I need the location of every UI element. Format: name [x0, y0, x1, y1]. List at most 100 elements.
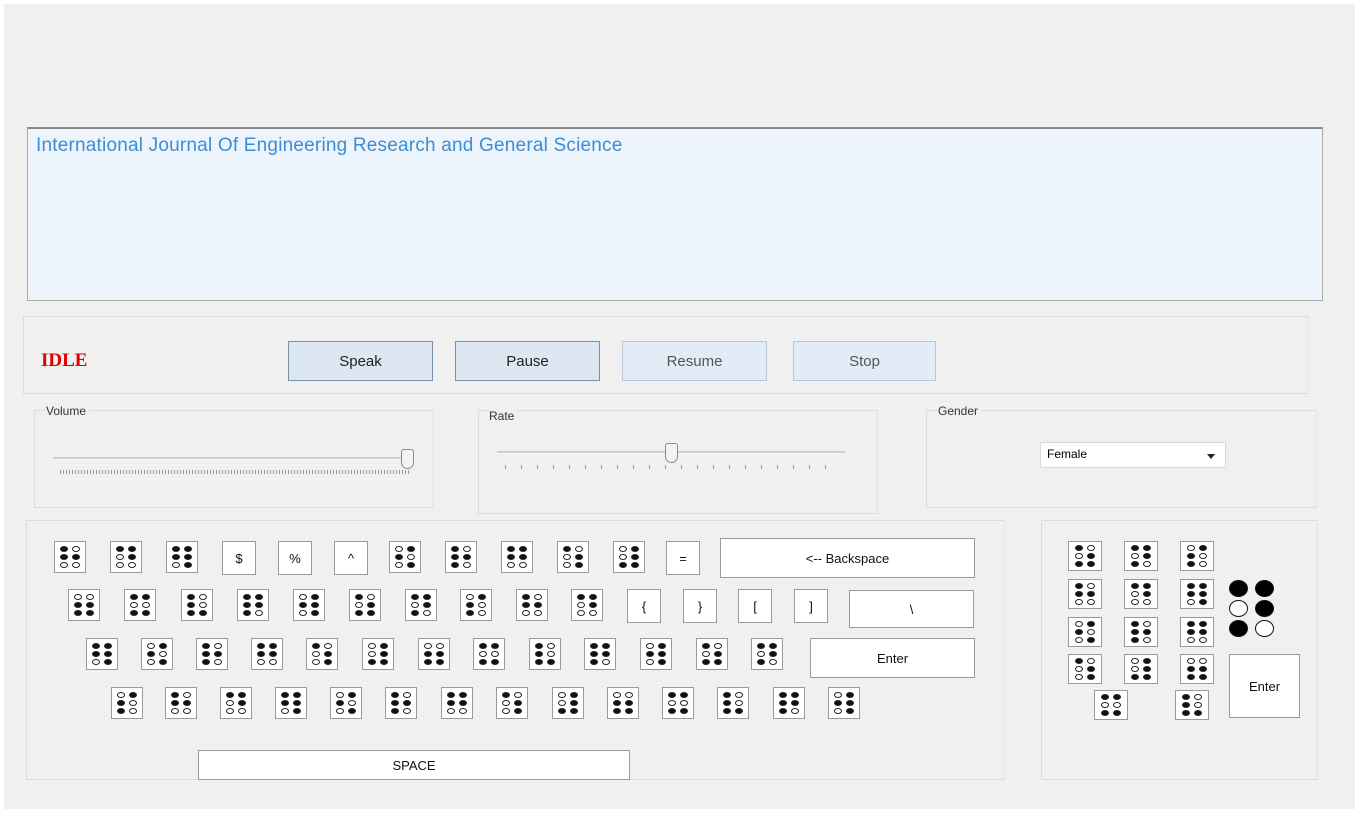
braille-key[interactable]	[349, 589, 381, 621]
braille-key[interactable]	[237, 589, 269, 621]
keypad-braille-key[interactable]	[1180, 541, 1214, 571]
braille-dot	[256, 650, 265, 657]
braille-cell-icon	[478, 642, 500, 666]
braille-dot	[1100, 701, 1109, 708]
braille-key[interactable]	[501, 541, 533, 573]
braille-dot	[518, 553, 527, 560]
braille-key[interactable]	[584, 638, 616, 670]
braille-key[interactable]	[773, 687, 805, 719]
symbol-key[interactable]: ^	[334, 541, 368, 575]
braille-key[interactable]	[640, 638, 672, 670]
braille-key[interactable]	[251, 638, 283, 670]
braille-dot	[171, 553, 180, 560]
braille-dot	[518, 561, 527, 568]
braille-key[interactable]	[418, 638, 450, 670]
braille-key[interactable]	[662, 687, 694, 719]
braille-key[interactable]	[441, 687, 473, 719]
keypad-braille-key[interactable]	[1180, 579, 1214, 609]
keypad-braille-key[interactable]	[1068, 579, 1102, 609]
braille-key[interactable]	[552, 687, 584, 719]
keypad-braille-key[interactable]	[1180, 617, 1214, 647]
braille-key[interactable]	[196, 638, 228, 670]
braille-key[interactable]	[68, 589, 100, 621]
braille-key[interactable]	[607, 687, 639, 719]
braille-key[interactable]	[389, 541, 421, 573]
braille-key[interactable]	[220, 687, 252, 719]
volume-track[interactable]	[53, 457, 413, 460]
space-key[interactable]: SPACE	[198, 750, 630, 780]
keypad-braille-key[interactable]	[1124, 654, 1158, 684]
symbol-key[interactable]: ]	[794, 589, 828, 623]
backspace-key[interactable]: <-- Backspace	[720, 538, 975, 578]
keypad-braille-key[interactable]	[1124, 579, 1158, 609]
braille-key[interactable]	[166, 541, 198, 573]
keypad-braille-key[interactable]	[1094, 690, 1128, 720]
braille-dot	[778, 707, 787, 714]
braille-cell-icon	[521, 593, 543, 617]
braille-key[interactable]	[445, 541, 477, 573]
braille-key[interactable]	[496, 687, 528, 719]
gender-select[interactable]: Female	[1040, 442, 1226, 468]
keypad-enter-key[interactable]: Enter	[1229, 654, 1300, 718]
braille-key[interactable]	[529, 638, 561, 670]
braille-dot	[182, 699, 191, 706]
braille-dot	[576, 601, 585, 608]
resume-button[interactable]: Resume	[622, 341, 767, 381]
braille-key[interactable]	[613, 541, 645, 573]
stop-button[interactable]: Stop	[793, 341, 936, 381]
braille-key[interactable]	[362, 638, 394, 670]
braille-key[interactable]	[141, 638, 173, 670]
braille-key[interactable]	[275, 687, 307, 719]
braille-key[interactable]	[473, 638, 505, 670]
braille-key[interactable]	[165, 687, 197, 719]
braille-cell-icon	[562, 545, 584, 569]
speak-button[interactable]: Speak	[288, 341, 433, 381]
rate-slider-thumb[interactable]	[665, 443, 678, 463]
volume-slider-thumb[interactable]	[401, 449, 414, 469]
keypad-braille-key[interactable]	[1124, 617, 1158, 647]
keypad-braille-key[interactable]	[1068, 541, 1102, 571]
symbol-key[interactable]: %	[278, 541, 312, 575]
keypad-braille-key[interactable]	[1180, 654, 1214, 684]
pause-button[interactable]: Pause	[455, 341, 600, 381]
braille-key[interactable]	[717, 687, 749, 719]
braille-dot	[518, 545, 527, 552]
braille-key[interactable]	[293, 589, 325, 621]
braille-key[interactable]	[306, 638, 338, 670]
text-input[interactable]: International Journal Of Engineering Res…	[27, 127, 1323, 301]
braille-key[interactable]	[111, 687, 143, 719]
braille-key[interactable]	[181, 589, 213, 621]
braille-dot	[242, 593, 251, 600]
braille-key[interactable]	[86, 638, 118, 670]
braille-dot	[141, 593, 150, 600]
braille-key[interactable]	[571, 589, 603, 621]
backslash-key[interactable]: \	[849, 590, 974, 628]
braille-key[interactable]	[828, 687, 860, 719]
keypad-braille-key[interactable]	[1068, 654, 1102, 684]
symbol-key[interactable]: }	[683, 589, 717, 623]
braille-key[interactable]	[124, 589, 156, 621]
braille-key[interactable]	[405, 589, 437, 621]
braille-dot	[1100, 693, 1109, 700]
braille-cell-icon	[170, 691, 192, 715]
braille-dot	[490, 642, 499, 649]
symbol-key[interactable]: [	[738, 589, 772, 623]
symbol-key[interactable]: =	[666, 541, 700, 575]
braille-dot	[116, 691, 125, 698]
keypad-braille-key[interactable]	[1175, 690, 1209, 720]
enter-key[interactable]: Enter	[810, 638, 975, 678]
braille-key[interactable]	[557, 541, 589, 573]
braille-key[interactable]	[751, 638, 783, 670]
braille-key[interactable]	[110, 541, 142, 573]
keypad-braille-key[interactable]	[1124, 541, 1158, 571]
keypad-braille-key[interactable]	[1068, 617, 1102, 647]
braille-dot	[1086, 673, 1095, 680]
braille-key[interactable]	[385, 687, 417, 719]
braille-key[interactable]	[54, 541, 86, 573]
braille-key[interactable]	[516, 589, 548, 621]
braille-key[interactable]	[696, 638, 728, 670]
symbol-key[interactable]: $	[222, 541, 256, 575]
symbol-key[interactable]: {	[627, 589, 661, 623]
braille-key[interactable]	[330, 687, 362, 719]
braille-key[interactable]	[460, 589, 492, 621]
